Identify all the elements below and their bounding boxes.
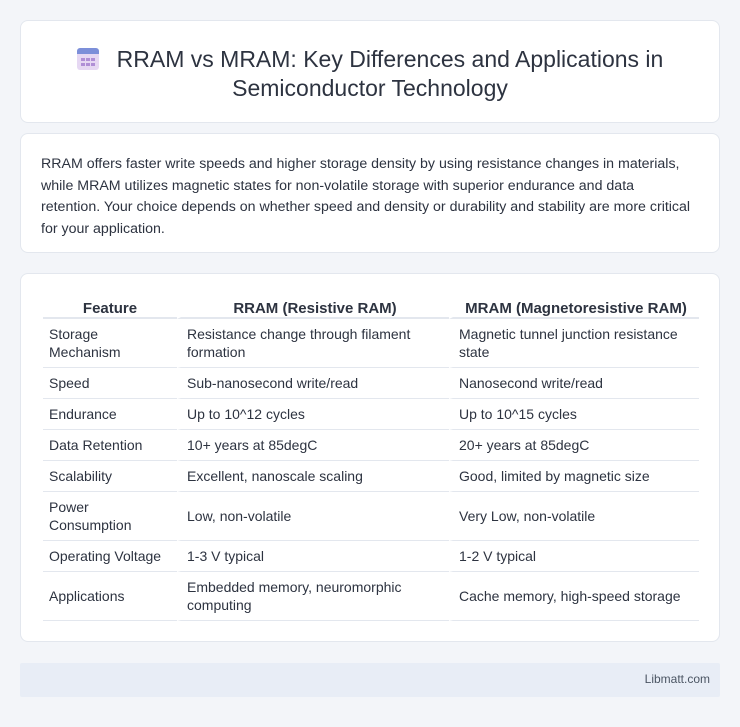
column-header-rram: RRAM (Resistive RAM) bbox=[177, 295, 449, 319]
mram-cell: Very Low, non-volatile bbox=[449, 492, 699, 541]
table-row: Power Consumption Low, non-volatile Very… bbox=[43, 492, 699, 541]
feature-cell: Data Retention bbox=[43, 430, 177, 461]
summary-text: RRAM offers faster write speeds and high… bbox=[41, 156, 691, 237]
mram-cell: Up to 10^15 cycles bbox=[449, 399, 699, 430]
column-header-mram: MRAM (Magnetoresistive RAM) bbox=[449, 295, 699, 319]
mram-cell: 1-2 V typical bbox=[449, 541, 699, 572]
page-title: RRAM vs MRAM: Key Differences and Applic… bbox=[21, 45, 719, 103]
mram-cell: Nanosecond write/read bbox=[449, 368, 699, 399]
rram-cell: Sub-nanosecond write/read bbox=[177, 368, 449, 399]
table-row: Operating Voltage 1-3 V typical 1-2 V ty… bbox=[43, 541, 699, 572]
table-header-row: Feature RRAM (Resistive RAM) MRAM (Magne… bbox=[43, 295, 699, 319]
page-title-text: RRAM vs MRAM: Key Differences and Applic… bbox=[116, 46, 664, 101]
rram-cell: 1-3 V typical bbox=[177, 541, 449, 572]
feature-cell: Operating Voltage bbox=[43, 541, 177, 572]
rram-cell: Embedded memory, neuromorphic computing bbox=[177, 572, 449, 621]
comparison-table-card: Feature RRAM (Resistive RAM) MRAM (Magne… bbox=[20, 273, 720, 642]
table-row: Scalability Excellent, nanoscale scaling… bbox=[43, 461, 699, 492]
feature-cell: Speed bbox=[43, 368, 177, 399]
feature-cell: Power Consumption bbox=[43, 492, 177, 541]
mram-cell: Magnetic tunnel junction resistance stat… bbox=[449, 319, 699, 368]
feature-cell: Endurance bbox=[43, 399, 177, 430]
mram-cell: Good, limited by magnetic size bbox=[449, 461, 699, 492]
table-row: Endurance Up to 10^12 cycles Up to 10^15… bbox=[43, 399, 699, 430]
table-row: Speed Sub-nanosecond write/read Nanoseco… bbox=[43, 368, 699, 399]
comparison-table: Feature RRAM (Resistive RAM) MRAM (Magne… bbox=[43, 295, 699, 621]
rram-cell: 10+ years at 85degC bbox=[177, 430, 449, 461]
calendar-icon bbox=[76, 48, 99, 70]
summary-card: RRAM offers faster write speeds and high… bbox=[20, 133, 720, 253]
feature-cell: Applications bbox=[43, 572, 177, 621]
table-row: Data Retention 10+ years at 85degC 20+ y… bbox=[43, 430, 699, 461]
table-row: Applications Embedded memory, neuromorph… bbox=[43, 572, 699, 621]
column-header-feature: Feature bbox=[43, 295, 177, 319]
rram-cell: Resistance change through filament forma… bbox=[177, 319, 449, 368]
header-card: RRAM vs MRAM: Key Differences and Applic… bbox=[20, 20, 720, 123]
rram-cell: Up to 10^12 cycles bbox=[177, 399, 449, 430]
feature-cell: Storage Mechanism bbox=[43, 319, 177, 368]
rram-cell: Low, non-volatile bbox=[177, 492, 449, 541]
mram-cell: 20+ years at 85degC bbox=[449, 430, 699, 461]
table-row: Storage Mechanism Resistance change thro… bbox=[43, 319, 699, 368]
rram-cell: Excellent, nanoscale scaling bbox=[177, 461, 449, 492]
mram-cell: Cache memory, high-speed storage bbox=[449, 572, 699, 621]
feature-cell: Scalability bbox=[43, 461, 177, 492]
footer-brand: Libmatt.com bbox=[644, 672, 710, 686]
footer: Libmatt.com bbox=[20, 663, 720, 697]
